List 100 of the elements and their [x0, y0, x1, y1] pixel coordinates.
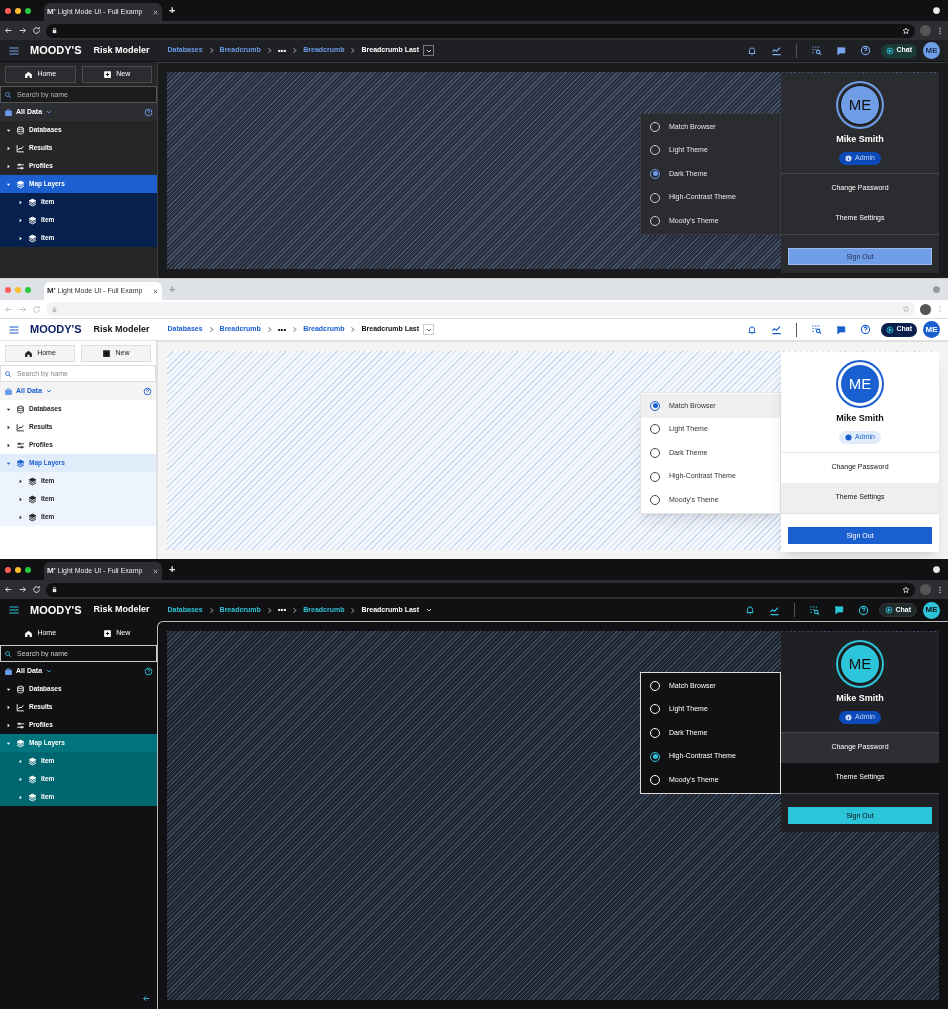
profile-avatar[interactable]: [920, 303, 931, 315]
layers-icon: [16, 179, 25, 189]
help-icon[interactable]: [144, 666, 153, 676]
chart-icon[interactable]: [771, 324, 783, 335]
chevron-down-icon[interactable]: [45, 108, 54, 116]
address-field[interactable]: [46, 582, 915, 597]
briefcase-icon: [4, 666, 13, 676]
caret-right-icon: [17, 495, 24, 503]
layers-icon: [28, 494, 37, 504]
chevron-icon: [349, 326, 357, 333]
user-avatar[interactable]: ME: [923, 601, 940, 619]
star-icon[interactable]: [902, 305, 910, 313]
layers-icon: [28, 792, 37, 802]
address-field[interactable]: [46, 302, 915, 316]
chevron-down-icon[interactable]: [45, 387, 54, 395]
comment-icon[interactable]: [834, 605, 845, 615]
profile-icon: [932, 565, 941, 574]
arrow-left-icon[interactable]: [142, 994, 151, 1003]
chat-logo-icon: [886, 46, 895, 55]
user-name: Mike Smith: [836, 133, 884, 146]
briefcase-icon: [4, 386, 13, 396]
search-icon: [4, 90, 12, 99]
breadcrumb-link[interactable]: •••: [277, 44, 287, 57]
menu-icon[interactable]: [8, 604, 20, 616]
chevron-icon: [265, 47, 273, 54]
caret-right-icon: [5, 703, 12, 711]
new-tab-button[interactable]: +: [169, 1, 176, 18]
caret-right-icon: [5, 162, 12, 170]
more-icon[interactable]: [936, 26, 944, 35]
forward-icon[interactable]: [18, 26, 27, 35]
breadcrumb-link[interactable]: •••: [277, 604, 287, 616]
layers-icon: [16, 738, 25, 748]
chevron-icon: [207, 326, 215, 333]
grid-search-icon[interactable]: [811, 324, 823, 335]
chevron-icon: [207, 47, 215, 54]
caret-right-icon: [17, 198, 24, 206]
caret-right-icon: [5, 423, 12, 431]
chevron-icon: [291, 326, 299, 333]
home-icon: [24, 349, 34, 358]
chevron-down-icon[interactable]: [45, 667, 54, 675]
brand-logo: MOODY'S: [30, 322, 82, 338]
more-icon[interactable]: [936, 585, 944, 594]
user-name: Mike Smith: [836, 692, 884, 705]
layers-icon: [28, 774, 37, 784]
bell-icon[interactable]: [747, 324, 758, 335]
forward-icon[interactable]: [18, 585, 27, 594]
favicon-logo: M': [47, 6, 56, 18]
bell-icon[interactable]: [745, 605, 756, 615]
app-title: Risk Modeler: [93, 322, 150, 336]
breadcrumb-link[interactable]: •••: [277, 323, 287, 336]
layers-icon: [28, 215, 37, 225]
info-icon: [845, 713, 853, 721]
brand-logo: MOODY'S: [30, 602, 82, 618]
app-title: Risk Modeler: [93, 43, 150, 57]
menu-icon[interactable]: [8, 44, 20, 57]
sliders-icon: [16, 440, 25, 450]
database-icon: [16, 684, 25, 694]
chevron-icon: [265, 606, 273, 614]
briefcase-icon: [4, 107, 13, 117]
user-avatar[interactable]: ME: [923, 42, 940, 59]
close-icon[interactable]: [152, 287, 159, 295]
comment-icon[interactable]: [836, 324, 847, 335]
bell-icon[interactable]: [747, 45, 758, 56]
back-icon[interactable]: [4, 26, 13, 35]
dropdown-button[interactable]: [423, 45, 435, 56]
chart-icon[interactable]: [771, 45, 783, 56]
grid-search-icon[interactable]: [809, 604, 821, 616]
new-tab-button[interactable]: +: [169, 560, 176, 577]
lock-icon: [51, 27, 58, 34]
help-icon[interactable]: [860, 324, 872, 335]
layers-icon: [28, 197, 37, 207]
back-icon[interactable]: [4, 585, 13, 594]
chart-icon[interactable]: [769, 604, 781, 616]
address-field[interactable]: [46, 23, 915, 38]
caret-right-icon: [17, 513, 24, 521]
chat-logo-icon: [885, 606, 894, 614]
plus-icon: [102, 349, 112, 358]
caret-right-icon: [17, 234, 24, 242]
favicon-logo: M': [47, 565, 56, 577]
caret-right-icon: [5, 721, 12, 729]
help-icon[interactable]: [858, 604, 870, 616]
caret-right-icon: [5, 144, 12, 152]
grid-search-icon[interactable]: [811, 45, 823, 56]
comment-icon[interactable]: [836, 45, 847, 56]
chevron-icon: [291, 606, 299, 614]
layers-icon: [28, 756, 37, 766]
caret-right-icon: [17, 757, 24, 765]
dropdown-button[interactable]: [423, 324, 435, 335]
layers-icon: [16, 458, 25, 468]
plus-icon: [103, 70, 113, 79]
help-icon[interactable]: [143, 386, 152, 396]
user-avatar[interactable]: ME: [923, 321, 940, 338]
sliders-icon: [16, 720, 25, 730]
plus-icon: [103, 629, 113, 638]
info-icon: [845, 154, 853, 162]
chevron-down-icon: [424, 606, 433, 614]
database-icon: [16, 404, 25, 414]
help-icon[interactable]: [860, 45, 872, 56]
layers-icon: [28, 476, 37, 486]
help-icon[interactable]: [144, 107, 153, 117]
